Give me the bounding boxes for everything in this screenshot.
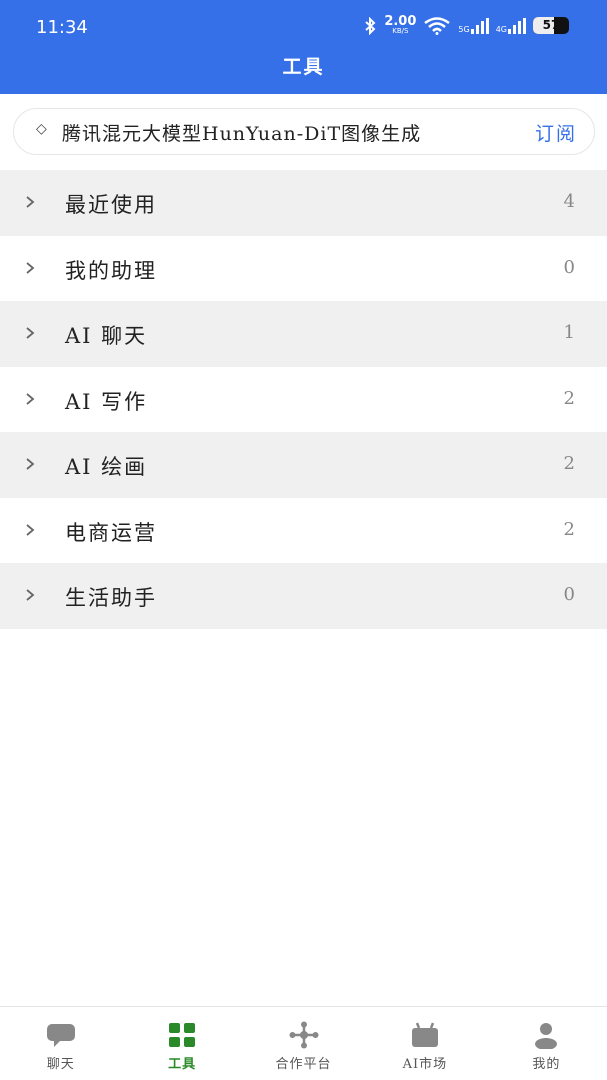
- category-label: AI 绘画: [65, 455, 148, 479]
- bluetooth-icon: [365, 16, 376, 35]
- diamond-icon: ◇: [36, 121, 47, 137]
- wifi-icon: [424, 16, 451, 35]
- top-header: 11:34 2.00 KB/S 5G 4G 57 工具: [0, 0, 607, 94]
- banner-text[interactable]: 腾讯混元大模型HunYuan-DiT图像生成: [62, 119, 421, 146]
- network-icon: [289, 1021, 319, 1049]
- category-count: 0: [563, 256, 575, 278]
- category-label: AI 聊天: [65, 324, 148, 348]
- category-label: 我的助理: [65, 258, 157, 283]
- market-bag-icon: [411, 1022, 438, 1047]
- grid-icon: [169, 1023, 196, 1047]
- status-time: 11:34: [36, 17, 88, 38]
- tab-label: 我的: [532, 1057, 561, 1072]
- chevron-right-icon: [26, 261, 35, 274]
- category-row[interactable]: 电商运营 2: [0, 498, 607, 564]
- signal-bars-icon: [508, 17, 526, 34]
- category-label: 电商运营: [65, 520, 157, 545]
- category-count: 1: [563, 322, 575, 343]
- category-count: 0: [563, 584, 575, 605]
- tab-market-bag[interactable]: AI市场: [364, 1007, 485, 1080]
- signal-5g-label: 5G: [458, 24, 470, 34]
- category-label: AI 写作: [65, 389, 148, 414]
- category-count: 2: [563, 518, 575, 540]
- category-row[interactable]: 最近使用 4: [0, 170, 607, 236]
- signal-4g-label: 4G: [495, 24, 507, 34]
- chevron-right-icon: [26, 589, 35, 601]
- chevron-right-icon: [26, 327, 35, 339]
- tab-person[interactable]: 我的: [486, 1007, 607, 1080]
- signal-5g: 5G: [458, 17, 489, 34]
- signal-bars-icon: [470, 17, 489, 34]
- tab-network[interactable]: 合作平台: [243, 1007, 364, 1080]
- chevron-right-icon: [26, 458, 35, 470]
- tab-label: 合作平台: [275, 1057, 332, 1072]
- category-count: 2: [563, 387, 575, 409]
- category-count: 2: [563, 453, 575, 474]
- category-row[interactable]: AI 聊天 1: [0, 301, 607, 367]
- subscribe-button[interactable]: 订阅: [535, 119, 577, 146]
- category-label: 最近使用: [65, 193, 157, 217]
- tab-label: 工具: [168, 1057, 197, 1072]
- chevron-right-icon: [26, 523, 35, 536]
- bottom-tab-bar: 聊天 工具 合作平台 AI市场 我的: [0, 1006, 607, 1080]
- tab-grid[interactable]: 工具: [121, 1007, 242, 1080]
- category-row[interactable]: 我的助理 0: [0, 236, 607, 302]
- tab-label: 聊天: [46, 1057, 75, 1072]
- category-count: 4: [563, 191, 575, 212]
- page-title: 工具: [282, 56, 325, 78]
- chevron-right-icon: [26, 392, 35, 405]
- category-list: 最近使用 4 我的助理 0 AI 聊天 1 AI 写作 2 AI 绘画 2 电商运营 2 生活助手 0: [0, 170, 607, 629]
- category-row[interactable]: AI 写作 2: [0, 367, 607, 433]
- status-icons: 2.00 KB/S 5G 4G 57: [363, 15, 569, 35]
- status-bar: 11:34 2.00 KB/S 5G 4G 57: [0, 0, 607, 52]
- chevron-right-icon: [26, 196, 35, 208]
- person-icon: [535, 1023, 558, 1049]
- category-row[interactable]: 生活助手 0: [0, 563, 607, 629]
- battery-icon: 57: [533, 17, 569, 34]
- tab-chat-bubble[interactable]: 聊天: [0, 1007, 121, 1080]
- announcement-banner[interactable]: ◇ 腾讯混元大模型HunYuan-DiT图像生成 订阅: [13, 108, 595, 155]
- tab-label: AI市场: [402, 1057, 448, 1072]
- category-label: 生活助手: [65, 586, 157, 610]
- category-row[interactable]: AI 绘画 2: [0, 432, 607, 498]
- chat-bubble-icon: [46, 1024, 75, 1047]
- signal-4g: 4G: [495, 17, 526, 34]
- network-speed: 2.00 KB/S: [384, 15, 416, 35]
- battery-level: 57: [542, 18, 560, 32]
